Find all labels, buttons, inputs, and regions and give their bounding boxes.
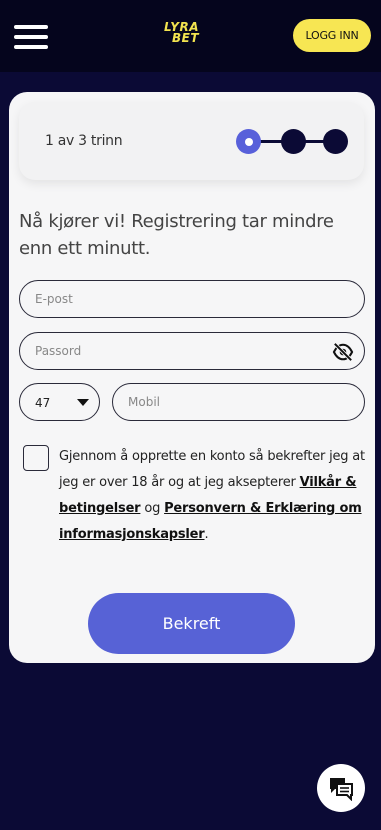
country-code-select[interactable]: 47 [19,383,100,421]
brand-logo[interactable]: LYRA BET [164,21,216,48]
login-button[interactable]: LOGG INN [293,19,371,52]
country-code-value: 47 [35,396,51,410]
chat-bubbles-icon [330,778,353,801]
step-dot-2 [281,129,306,154]
terms-middle: og [140,501,165,516]
top-bar: LYRA BET LOGG INN [0,0,381,72]
terms-suffix: . [204,527,209,542]
hamburger-menu-icon[interactable] [14,25,48,49]
mobile-field [112,383,365,421]
step-dot-3 [323,129,348,154]
email-input[interactable] [20,281,364,317]
email-field [19,280,365,318]
menu-line [14,25,48,29]
logo-line2: BET [172,31,200,45]
eye-off-icon[interactable] [332,342,354,362]
password-input[interactable] [20,333,364,369]
mobile-input[interactable] [113,384,364,420]
step-indicator: 1 av 3 trinn [19,102,364,180]
terms-checkbox[interactable] [23,445,49,471]
caret-down-icon [77,399,89,406]
menu-line [14,45,48,49]
logo-wordmark: LYRA BET [164,21,216,45]
confirm-button[interactable]: Bekreft [88,593,295,654]
form-headline: Nå kjører vi! Registrering tar mindre en… [19,211,334,259]
step-label: 1 av 3 trinn [45,133,123,149]
chat-button[interactable] [317,764,365,812]
password-field [19,332,365,370]
menu-line [14,35,48,39]
step-dot-1 [236,129,261,154]
registration-card: 1 av 3 trinn Nå kjører vi! Registrering … [9,92,375,663]
terms-text: Gjennom å opprette en konto så bekrefter… [59,444,369,548]
